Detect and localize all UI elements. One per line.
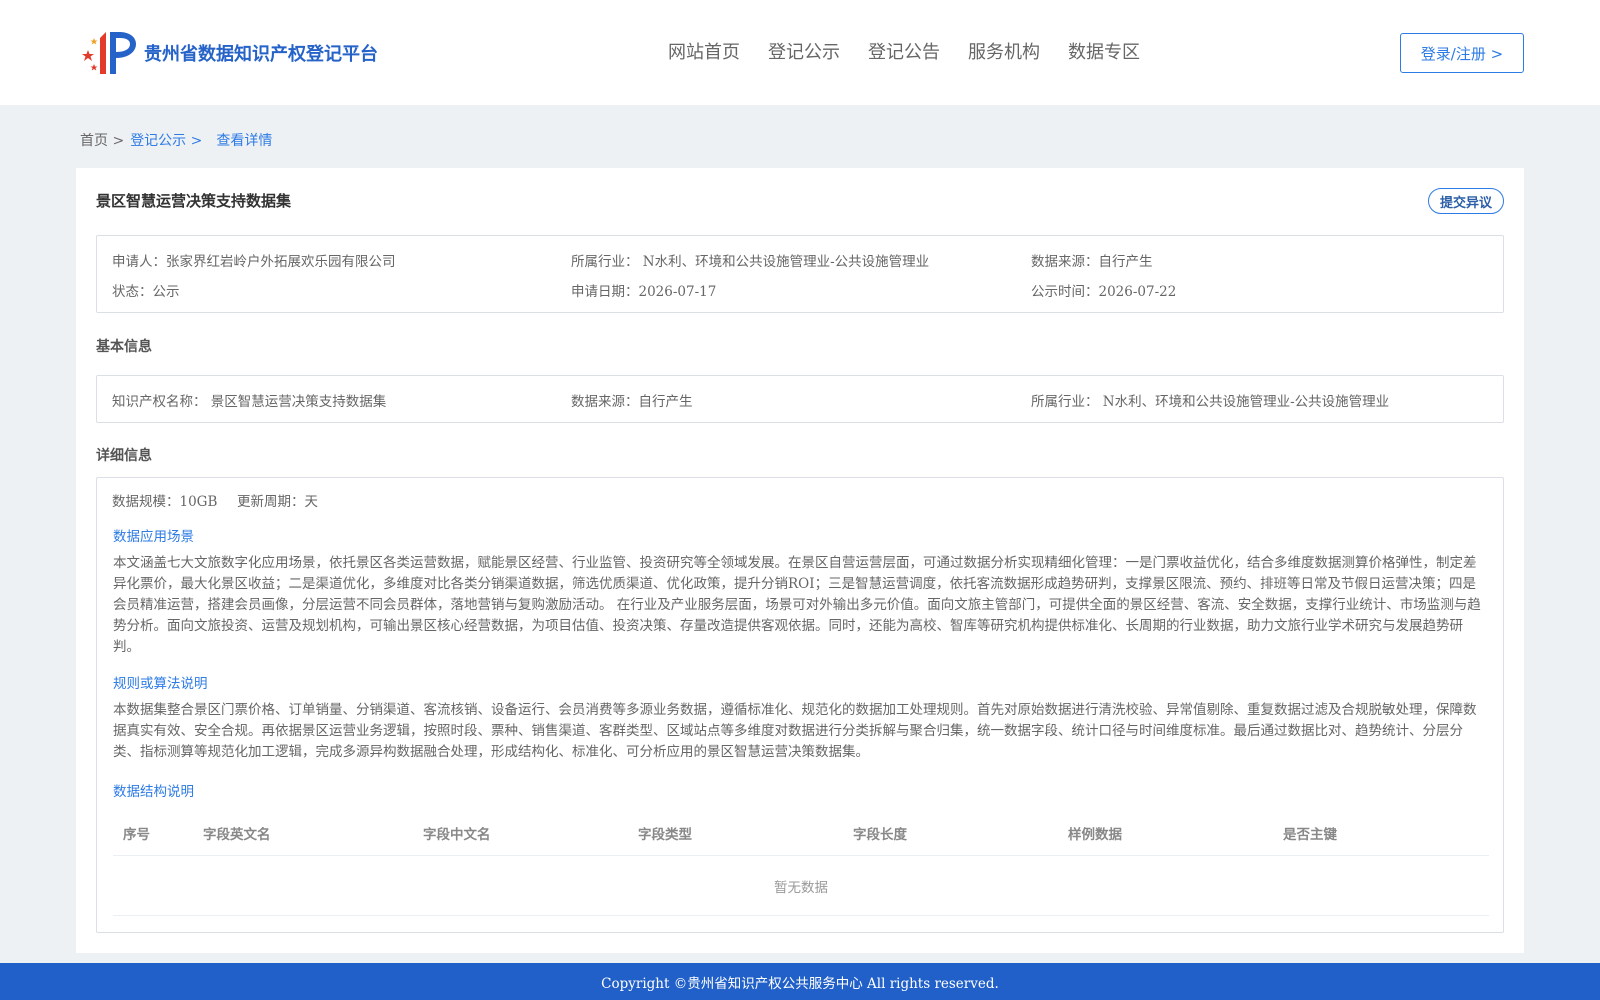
rules-heading: 规则或算法说明 — [113, 676, 208, 692]
nav-data-zone[interactable]: 数据专区 — [1068, 38, 1140, 64]
nav-service-agencies[interactable]: 服务机构 — [968, 38, 1040, 64]
applicant-value: 申请人：张家界红岩岭户外拓展欢乐园有限公司 — [112, 254, 396, 270]
table-empty-state: 暂无数据 — [113, 856, 1489, 916]
publish-date-value: 公示时间：2026-07-22 — [1031, 284, 1177, 300]
detail-info-heading: 详细信息 — [96, 448, 152, 464]
basic-industry-value: 所属行业： N水利、环境和公共设施管理业-公共设施管理业 — [1031, 394, 1390, 410]
basic-info-heading: 基本信息 — [96, 339, 152, 355]
column-header: 字段中文名 — [423, 827, 491, 843]
logo-text: 贵州省数据知识产权登记平台 — [144, 44, 378, 65]
site-header: 贵州省数据知识产权登记平台 网站首页 登记公示 登记公告 服务机构 数据专区 登… — [0, 0, 1600, 105]
login-register-button[interactable]: 登录/注册 > — [1400, 33, 1524, 73]
apply-date-value: 申请日期：2026-07-17 — [571, 284, 717, 300]
column-header: 是否主键 — [1283, 827, 1337, 843]
detail-panel: 景区智慧运营决策支持数据集 提交异议 申请人：张家界红岩岭户外拓展欢乐园有限公司… — [76, 168, 1524, 953]
status-value: 状态：公示 — [112, 284, 180, 300]
column-header: 字段长度 — [853, 827, 907, 843]
data-scale-value: 数据规模：10GB — [112, 494, 218, 510]
submit-objection-button[interactable]: 提交异议 — [1428, 188, 1504, 214]
summary-box: 申请人：张家界红岩岭户外拓展欢乐园有限公司 所属行业： N水利、环境和公共设施管… — [96, 235, 1504, 313]
column-header: 字段英文名 — [203, 827, 271, 843]
nav-registration-publicity[interactable]: 登记公示 — [768, 38, 840, 64]
breadcrumb-home[interactable]: 首页 > — [80, 130, 124, 150]
source-value: 数据来源：自行产生 — [1031, 254, 1153, 270]
basic-source-value: 数据来源：自行产生 — [571, 394, 693, 410]
rules-text: 本数据集整合景区门票价格、订单销量、分销渠道、客流核销、设备运行、会员消费等多源… — [113, 702, 1477, 760]
scenario-text: 本文涵盖七大文旅数字化应用场景，依托景区各类运营数据，赋能景区经营、行业监管、投… — [113, 555, 1481, 655]
main-nav: 网站首页 登记公示 登记公告 服务机构 数据专区 — [668, 38, 1168, 64]
nav-registration-announcement[interactable]: 登记公告 — [868, 38, 940, 64]
breadcrumb-current: 查看详情 — [216, 133, 273, 149]
detail-info-box: 数据规模：10GB 更新周期：天 数据应用场景 本文涵盖七大文旅数字化应用场景，… — [96, 477, 1504, 933]
structure-heading: 数据结构说明 — [113, 784, 194, 800]
column-header: 样例数据 — [1068, 827, 1122, 843]
basic-info-box: 知识产权名称： 景区智慧运营决策支持数据集 数据来源：自行产生 所属行业： N水… — [96, 375, 1504, 423]
logo-emblem-icon — [82, 32, 136, 74]
update-period-value: 更新周期：天 — [237, 494, 318, 510]
nav-home[interactable]: 网站首页 — [668, 38, 740, 64]
site-logo[interactable]: 贵州省数据知识产权登记平台 — [80, 28, 378, 78]
column-header: 序号 — [123, 827, 150, 843]
scenario-heading: 数据应用场景 — [113, 529, 194, 545]
breadcrumb: 首页 > 登记公示 > 查看详情 — [80, 130, 278, 150]
dataset-title: 景区智慧运营决策支持数据集 — [96, 192, 292, 210]
structure-table-header: 序号 字段英文名 字段中文名 字段类型 字段长度 样例数据 是否主键 — [113, 818, 1489, 856]
site-footer: Copyright ©贵州省知识产权公共服务中心 All rights rese… — [0, 963, 1600, 1000]
column-header: 字段类型 — [638, 827, 692, 843]
breadcrumb-section[interactable]: 登记公示 > — [130, 130, 202, 150]
industry-value: 所属行业： N水利、环境和公共设施管理业-公共设施管理业 — [571, 254, 930, 270]
ip-name-value: 知识产权名称： 景区智慧运营决策支持数据集 — [112, 394, 387, 410]
